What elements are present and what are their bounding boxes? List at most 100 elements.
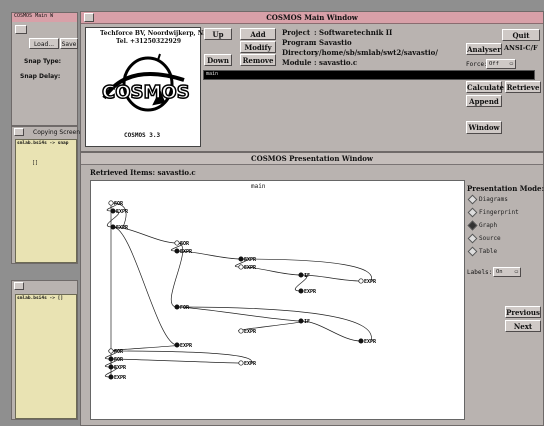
left-window-titlebar: COSMOS Main W [12, 13, 77, 22]
calculate-button[interactable]: Calculate [466, 81, 504, 93]
append-button[interactable]: Append [466, 95, 502, 107]
window-button[interactable]: Window [466, 121, 502, 134]
window-menu-icon[interactable] [14, 282, 24, 290]
presentation-mode-graph[interactable]: Graph [467, 220, 498, 231]
graph-node-label: FOR [114, 349, 124, 355]
modify-button[interactable]: Modify [240, 41, 276, 53]
graph-node: EXPR [358, 338, 377, 345]
cosmos-logo-box: Techforce BV, Noordwijkerp, NL Tel. +312… [85, 27, 207, 147]
project-value: : Softwaretechnik II [314, 28, 393, 37]
dropdown-arrow-icon: ▭ [514, 269, 518, 275]
graph-canvas[interactable]: main FOR EXPR EXPR FOR EXPR EXPR EXPR IF EXPR EXP… [90, 180, 465, 420]
main-window-titlebar: COSMOS Main Window [81, 12, 543, 24]
force-dropdown[interactable]: Off ▭ [486, 59, 516, 69]
presentation-mode-label: Source [479, 235, 501, 242]
graph-node-marker [108, 374, 114, 380]
graph-node-label: FOR [180, 241, 190, 247]
graph-node: EXPR [358, 278, 377, 285]
window-menu-icon[interactable] [84, 13, 94, 22]
retrieve-button[interactable]: Retrieve [505, 81, 541, 93]
graph-node-label: IF [304, 319, 310, 325]
radio-indicator-icon [467, 233, 478, 244]
graph-node-marker [108, 364, 114, 370]
graph-node-label: EXPR [244, 329, 257, 335]
logo-wordmark: COSMOS [102, 82, 190, 103]
program-label: Program [282, 38, 317, 47]
graph-node-marker [108, 200, 114, 206]
labels-dropdown[interactable]: On ▭ [493, 267, 521, 277]
presentation-mode-table[interactable]: Table [467, 246, 498, 257]
down-button[interactable]: Down [204, 54, 232, 66]
graph-node: EXPR [108, 364, 127, 371]
control-flow-graph: FOR EXPR EXPR FOR EXPR EXPR EXPR IF EXPR EXPR FOR I… [104, 200, 377, 381]
graph-node: EXPR [110, 208, 129, 215]
add-button[interactable]: Add [240, 28, 276, 40]
graph-node-label: FOR [114, 357, 124, 363]
graph-node-label: EXPR [244, 257, 257, 263]
language-label: ANSI-C/F [504, 44, 538, 52]
labels-dropdown-value: On [496, 269, 503, 275]
radio-indicator-icon [467, 220, 478, 231]
previous-button[interactable]: Previous [505, 306, 541, 318]
graph-node: EXPR [238, 264, 257, 271]
presentation-mode-fingerprint[interactable]: Fingerprint [467, 207, 519, 218]
graph-node: FOR [174, 304, 190, 311]
snap-type-label: Snap Type: [24, 58, 62, 65]
terminal-window-2: smlab.bsi4s -> [] [11, 280, 78, 420]
xterm-terminal[interactable]: smlab.bsi4s -> snap [] [15, 139, 77, 263]
graph-node: EXPR [108, 374, 127, 381]
graph-node-marker [110, 224, 116, 230]
presentation-mode-label: Fingerprint [479, 209, 519, 216]
graph-node-marker [238, 360, 244, 366]
graph-node-marker [298, 288, 304, 294]
graph-node-marker [174, 304, 180, 310]
graph-node-label: EXPR [244, 361, 257, 367]
graph-node-marker [174, 240, 180, 246]
graph-node-label: EXPR [116, 225, 129, 231]
graph-node-marker [298, 272, 304, 278]
terminal-cursor: [] [32, 160, 39, 166]
radio-indicator-icon [467, 194, 478, 205]
presentation-mode-source[interactable]: Source [467, 233, 501, 244]
graph-node-marker [298, 318, 304, 324]
graph-node-marker [238, 256, 244, 262]
window-menu-icon[interactable] [15, 25, 27, 34]
radio-indicator-icon [467, 246, 478, 257]
up-button[interactable]: Up [204, 28, 232, 40]
command-input[interactable]: main [203, 70, 535, 80]
main-window-title: COSMOS Main Window [266, 13, 358, 22]
cosmos-presentation-window: COSMOS Presentation Window Retrieved Ite… [80, 152, 544, 426]
presentation-mode-label: Table [479, 248, 498, 255]
quit-button[interactable]: Quit [502, 29, 540, 41]
retrieved-items-label: Retrieved Items: savastio.c [90, 168, 196, 177]
graph-node: EXPR [174, 248, 193, 255]
load-button[interactable]: Load... [29, 38, 59, 49]
presentation-mode-label: Graph [479, 222, 498, 229]
graph-node: EXPR [174, 342, 193, 349]
snap-delay-label: Snap Delay: [20, 73, 61, 80]
graph-node-label: EXPR [180, 343, 193, 349]
graph-node-marker [238, 264, 244, 270]
graph-node: EXPR [298, 288, 317, 295]
next-button[interactable]: Next [505, 320, 541, 332]
graph-node-label: EXPR [244, 265, 257, 271]
xterm-terminal-2[interactable]: smlab.bsi4s -> [] [15, 294, 77, 419]
project-label: Project [282, 28, 311, 37]
graph-node-marker [108, 348, 114, 354]
window-menu-icon[interactable] [14, 128, 24, 136]
analyser-button[interactable]: Analyser [466, 43, 502, 55]
presentation-mode-diagrams[interactable]: Diagrams [467, 194, 508, 205]
graph-edge [176, 306, 302, 322]
graph-node-marker [174, 248, 180, 254]
graph-loop-edge [176, 306, 372, 342]
remove-button[interactable]: Remove [240, 54, 276, 66]
graph-node: EXPR [238, 256, 257, 263]
graph-node-label: FOR [180, 305, 190, 311]
graph-node-label: EXPR [114, 365, 127, 371]
graph-node-label: EXPR [114, 375, 127, 381]
save-button[interactable]: Save [60, 38, 78, 49]
terminal-2-prompt: smlab.bsi4s -> [] [17, 296, 64, 301]
graph-node-label: FOR [114, 201, 124, 207]
cosmos-main-window: COSMOS Main Window Techforce BV, Noordwi… [80, 11, 544, 152]
graph-node-marker [238, 328, 244, 334]
